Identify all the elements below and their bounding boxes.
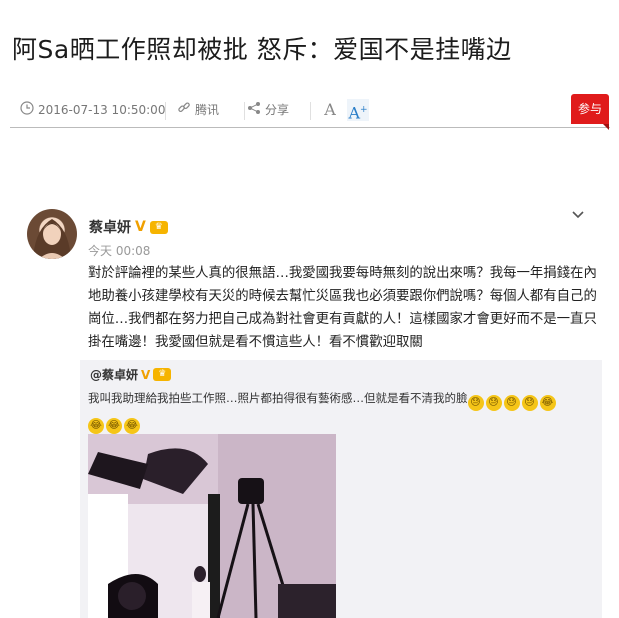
- article-meta-bar: 2016-07-13 10:50:00 腾讯 分享 A A+ 参与: [10, 94, 610, 130]
- sweat-emoji-icon: 😓: [467, 395, 484, 411]
- laugh-cry-emoji-icon: 😂: [88, 418, 104, 434]
- reposted-content: @蔡卓妍 V ♛ 我叫我助理給我拍些工作照…照片都拍得很有藝術感…但就是看不清我…: [80, 360, 602, 618]
- font-size-small-button[interactable]: A: [319, 99, 341, 121]
- divider: [244, 102, 245, 120]
- divider: [310, 102, 311, 120]
- chevron-down-icon[interactable]: [571, 208, 585, 224]
- weibo-post-card: 蔡卓妍 V ♛ 今天 00:08 對於評論裡的某些人真的很無語…我愛國我要每時無…: [20, 196, 610, 618]
- source-link[interactable]: 腾讯: [177, 101, 219, 118]
- laugh-cry-emoji-icon: 😂: [106, 418, 122, 434]
- vip-badge-icon: ♛: [153, 368, 172, 381]
- sweat-emoji-icon: 😓: [485, 395, 502, 411]
- laugh-cry-emoji-icon: 😂: [539, 395, 556, 411]
- repost-text: 我叫我助理給我拍些工作照…照片都拍得很有藝術感…但就是看不清我的臉: [88, 391, 468, 405]
- post-author-name[interactable]: 蔡卓妍: [89, 217, 131, 237]
- font-size-large-button[interactable]: A+: [347, 99, 369, 122]
- link-icon: [177, 101, 191, 118]
- share-label: 分享: [265, 103, 290, 117]
- post-author[interactable]: 蔡卓妍 V ♛: [89, 217, 168, 237]
- clock-icon: [20, 101, 34, 118]
- divider: [165, 102, 166, 120]
- source-text: 腾讯: [195, 103, 220, 117]
- article-title: 阿Sa晒工作照却被批 怒斥：爱国不是挂嘴边: [12, 35, 512, 64]
- work-photo-image[interactable]: [88, 434, 336, 618]
- participate-button[interactable]: 参与: [571, 94, 609, 130]
- avatar[interactable]: [27, 209, 77, 259]
- vip-badge-icon: ♛: [149, 220, 168, 234]
- laugh-cry-emoji-icon: 😂: [124, 418, 140, 434]
- repost-text-block: 我叫我助理給我拍些工作照…照片都拍得很有藝術感…但就是看不清我的臉 😓 😓 😓 😓 😂 😂…: [88, 388, 593, 434]
- sweat-emoji-icon: 😓: [503, 395, 520, 411]
- verified-icon: V: [141, 367, 151, 382]
- sweat-emoji-icon: 😓: [521, 395, 538, 411]
- post-text: 對於評論裡的某些人真的很無語…我愛國我要每時無刻的說出來嗎？我每一年捐錢在內地助…: [88, 266, 597, 350]
- repost-author-name[interactable]: @蔡卓妍: [90, 366, 138, 383]
- post-time[interactable]: 今天 00:08: [88, 242, 150, 259]
- share-icon: [247, 101, 261, 118]
- share-button[interactable]: 分享: [247, 101, 289, 118]
- publish-time: 2016-07-13 10:50:00: [20, 101, 165, 118]
- repost-author[interactable]: @蔡卓妍 V ♛: [90, 366, 172, 383]
- verified-icon: V: [135, 219, 146, 235]
- publish-time-text: 2016-07-13 10:50:00: [38, 102, 166, 117]
